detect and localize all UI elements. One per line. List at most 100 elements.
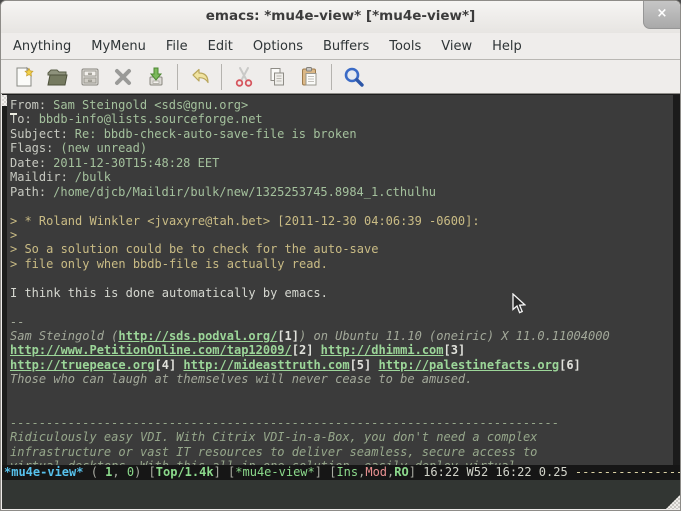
close-icon: × (657, 6, 668, 21)
menu-options[interactable]: Options (243, 35, 313, 58)
new-file-button[interactable] (7, 63, 40, 91)
paste-button[interactable] (293, 63, 326, 91)
modeline-buffer-ref: *mu4e-view* (235, 465, 314, 479)
window-title: emacs: *mu4e-view* [*mu4e-view*] (1, 8, 680, 24)
emacs-window: emacs: *mu4e-view* [*mu4e-view*] × Anyth… (0, 0, 681, 511)
header-label: Date: (10, 156, 46, 170)
toolbar-separator (177, 64, 178, 90)
modeline-flag-ro: RO (394, 465, 408, 479)
cut-icon (232, 65, 256, 89)
mode-line[interactable]: *mu4e-view* ( 1, 0) [Top/1.4k] [*mu4e-vi… (2, 465, 681, 480)
modeline-dashes: -------------------- (575, 465, 681, 479)
header-to: To:bbdb-info@lists.sourceforge.net (10, 112, 672, 126)
header-value: (new unread) (60, 141, 147, 155)
header-flags: Flags:(new unread) (10, 141, 672, 155)
body-line: I think this is done automatically by em… (10, 286, 672, 300)
modeline-col-number: 0 (127, 465, 134, 479)
menu-mymenu[interactable]: MyMenu (81, 35, 156, 58)
menu-help[interactable]: Help (482, 35, 532, 58)
modeline-status: 16:22 W52 16:22 0.25 (423, 465, 575, 479)
signature-line-2: http://www.PetitionOnline.com/tap12009/[… (10, 343, 672, 357)
signature-text: ) on Ubuntu 11.10 (oneiric) X 11.0.11004… (299, 329, 610, 343)
close-buffer-button[interactable] (106, 63, 139, 91)
toolbar-separator (221, 64, 222, 90)
header-path: Path: /home/djcb/Maildir/bulk/new/1325253… (10, 185, 672, 199)
link-truepeace[interactable]: http://truepeace.org (10, 358, 155, 372)
modeline-text: ] (409, 465, 423, 479)
modeline-position: Top/1.4k (156, 465, 214, 479)
save-button[interactable] (73, 63, 106, 91)
search-button[interactable] (337, 63, 370, 91)
menu-anything[interactable]: Anything (3, 35, 81, 58)
menu-edit[interactable]: Edit (198, 35, 243, 58)
header-subject: Subject:Re: bbdb-check-auto-save-file is… (10, 127, 672, 141)
footnote-marker: [4] (155, 358, 184, 372)
search-icon (342, 65, 366, 89)
link-palestinefacts[interactable]: http://palestinefacts.org (378, 358, 559, 372)
toolbar-separator (331, 64, 332, 90)
header-value: /bulk (75, 170, 111, 184)
modeline-text: [ (149, 465, 156, 479)
link-mideasttruth[interactable]: http://mideasttruth.com (183, 358, 349, 372)
link-petitiononline[interactable]: http://www.PetitionOnline.com/tap12009/ (10, 343, 292, 357)
modeline-text: ] (315, 465, 329, 479)
footnote-marker: [2] (292, 343, 321, 357)
scrollbar-trough-top (2, 95, 7, 106)
signature-quote: Those who can laugh at themselves will n… (10, 372, 672, 386)
blank-line (10, 401, 672, 415)
header-label: Maildir: (10, 170, 68, 184)
header-value: Sam Steingold <sds@gnu.org> (53, 98, 248, 112)
new-file-icon (12, 65, 36, 89)
modeline-text: ) (134, 465, 148, 479)
header-maildir: Maildir: /bulk (10, 170, 672, 184)
link-dhimmi[interactable]: http://dhimmi.com (321, 343, 444, 357)
blank-line (10, 271, 672, 285)
header-date: Date:2011-12-30T15:48:28 EET (10, 156, 672, 170)
save-icon (78, 65, 102, 89)
header-label: Path: (10, 185, 46, 199)
menu-view[interactable]: View (431, 35, 482, 58)
menu-bar: Anything MyMenu File Edit Options Buffer… (1, 33, 680, 60)
modeline-text: ] (214, 465, 228, 479)
ad-separator: ----------------------------------------… (10, 416, 672, 430)
paste-icon (298, 65, 322, 89)
open-folder-icon (45, 65, 69, 89)
left-scrollbar[interactable] (2, 95, 7, 482)
modeline-flag-ins: Ins (336, 465, 358, 479)
undo-icon (188, 65, 212, 89)
text-cursor (10, 113, 17, 115)
link-sds-podval[interactable]: http://sds.podval.org/ (118, 329, 277, 343)
buffer-content: From:Sam Steingold <sds@gnu.org> To:bbdb… (10, 98, 672, 482)
mu4e-view-buffer[interactable]: From:Sam Steingold <sds@gnu.org> To:bbdb… (2, 94, 681, 482)
minibuffer[interactable] (2, 480, 681, 509)
copy-icon (265, 65, 289, 89)
title-bar[interactable]: emacs: *mu4e-view* [*mu4e-view*] × (1, 1, 680, 34)
menu-buffers[interactable]: Buffers (313, 35, 379, 58)
resize-grip[interactable] (666, 494, 681, 509)
save-as-icon (144, 65, 168, 89)
open-folder-button[interactable] (40, 63, 73, 91)
blank-line (10, 387, 672, 401)
footnote-marker: [3] (444, 343, 466, 357)
signature-line-3: http://truepeace.org[4] http://mideasttr… (10, 358, 672, 372)
header-value: /home/djcb/Maildir/bulk/new/1325253745.8… (53, 185, 436, 199)
footnote-marker: [1] (277, 329, 299, 343)
header-label: Subject: (10, 127, 68, 141)
blank-line (10, 300, 672, 314)
menu-tools[interactable]: Tools (379, 35, 431, 58)
undo-button[interactable] (183, 63, 216, 91)
quoted-line: > (10, 228, 672, 242)
save-as-button[interactable] (139, 63, 172, 91)
modeline-buffer-name: *mu4e-view* (4, 465, 83, 479)
modeline-text: , (112, 465, 126, 479)
footnote-marker: [6] (559, 358, 581, 372)
close-button[interactable]: × (643, 1, 680, 29)
footnote-marker: [5] (350, 358, 379, 372)
menu-file[interactable]: File (156, 35, 198, 58)
modeline-flag-mod: Mod (365, 465, 387, 479)
copy-button[interactable] (260, 63, 293, 91)
signature-text: Sam Steingold ( (10, 329, 118, 343)
cut-button[interactable] (227, 63, 260, 91)
right-fringe (673, 95, 681, 482)
header-from: From:Sam Steingold <sds@gnu.org> (10, 98, 672, 112)
